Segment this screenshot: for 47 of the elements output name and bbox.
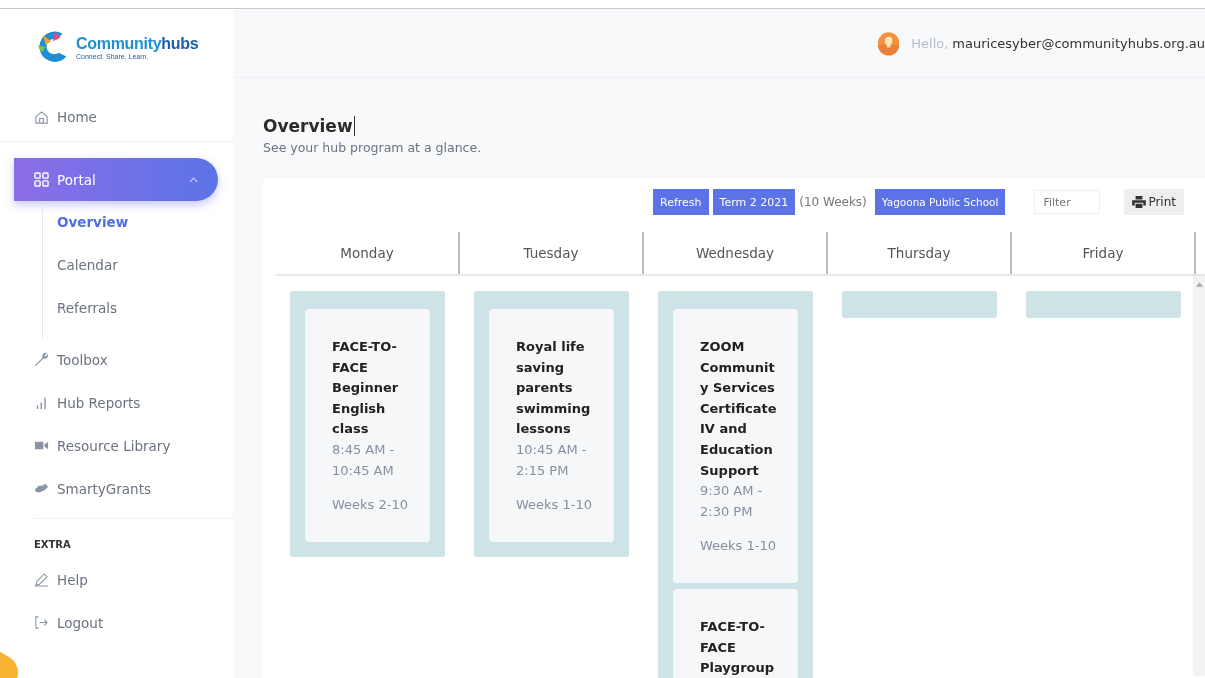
nav-item[interactable]: Hub Reports <box>0 381 233 424</box>
logout-icon <box>34 615 49 630</box>
day-header: Monday <box>276 232 460 274</box>
event-weeks: Weeks 1-10 <box>700 537 778 556</box>
grid-icon <box>34 172 49 187</box>
wrench-icon <box>34 352 49 367</box>
nav-item[interactable]: Portal <box>14 158 218 201</box>
event-time: 9:30 AM - 2:30 PM <box>700 482 764 521</box>
event-title: FACE-TO-FACE Beginner English class <box>332 338 400 439</box>
term-button[interactable]: Term 2 2021 <box>712 189 796 215</box>
scroll-up-icon <box>1195 282 1203 287</box>
filter-field[interactable]: Filter <box>1034 190 1101 214</box>
day-header: Thursday <box>828 232 1012 274</box>
event-time: 10:45 AM - 2:15 PM <box>516 440 588 480</box>
page-subtitle: See your hub program at a glance. <box>263 140 483 155</box>
day-header: Wednesday <box>644 232 828 274</box>
day-header: Friday <box>1012 232 1196 274</box>
print-button[interactable]: Print <box>1124 189 1184 215</box>
school-button[interactable]: Yagoona Public School <box>874 189 1006 215</box>
sub-nav-item[interactable]: Overview <box>43 201 233 244</box>
event-title: Royal life saving parents swimming lessons <box>516 338 592 439</box>
sub-nav-item[interactable]: Referrals <box>43 287 233 330</box>
event-weeks: Weeks 1-10 <box>516 496 594 515</box>
pencil-icon <box>34 572 49 587</box>
event-title: ZOOM Community Services Certificate IV and Education Support <box>700 338 778 480</box>
nav-item[interactable]: SmartyGrants <box>0 467 233 510</box>
chevron-icon <box>189 176 198 183</box>
text-cursor <box>353 116 355 136</box>
refresh-button[interactable]: Refresh <box>653 189 709 215</box>
event-time: 8:45 AM - 10:45 AM <box>332 440 396 480</box>
logo-name: Communityhubs <box>76 34 199 53</box>
weeks-label: (10 Weeks) <box>799 195 867 209</box>
scrollbar[interactable] <box>1193 276 1205 676</box>
greeting: Hello, <box>911 35 949 51</box>
nav-item[interactable]: Toolbox <box>0 338 233 381</box>
sub-nav-item[interactable]: Calendar <box>43 244 233 287</box>
printer-icon <box>1132 196 1147 208</box>
page-title: Overview <box>263 116 353 136</box>
nav-item[interactable]: Logout <box>0 601 233 644</box>
home-icon <box>34 109 49 125</box>
nav-item[interactable]: Resource Library <box>0 424 233 467</box>
event-weeks: Weeks 2-10 <box>332 496 410 515</box>
user-email[interactable]: mauricesyber@communityhubs.org.au <box>952 35 1205 51</box>
event-title: FACE-TO-FACE Playgroup <box>700 617 776 678</box>
day-header: Tuesday <box>460 232 644 274</box>
nav-item[interactable]: Help <box>0 558 233 601</box>
bar-chart-icon <box>34 395 49 410</box>
